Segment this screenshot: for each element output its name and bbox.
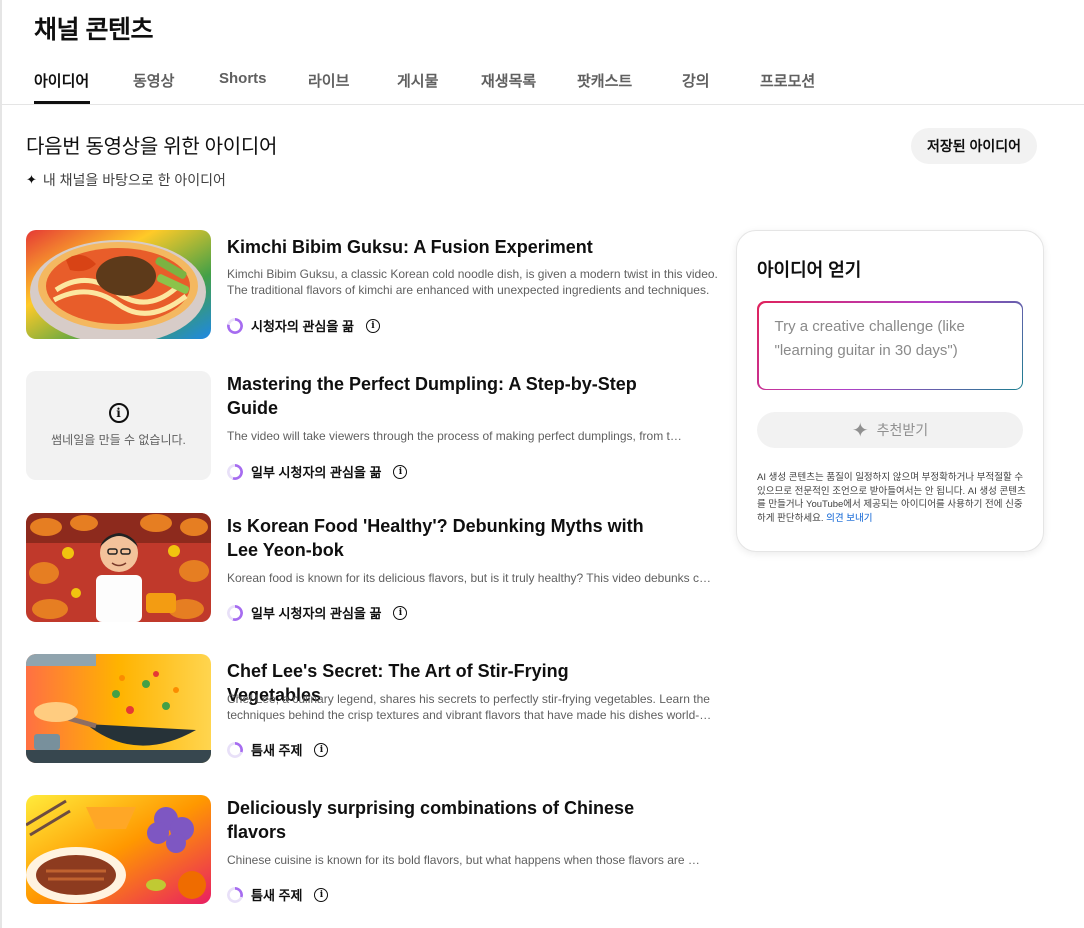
section-subtitle: ✦ 내 채널을 바탕으로 한 아이디어: [26, 170, 226, 190]
interest-ring-icon: [227, 317, 243, 334]
interest-indicator: 틈새 주제 i: [227, 885, 329, 904]
info-icon[interactable]: i: [365, 318, 380, 333]
sparkle-icon: ✦: [26, 172, 37, 187]
interest-indicator: 시청자의 관심을 끎 i: [227, 316, 380, 335]
idea-prompt-placeholder[interactable]: Try a creative challenge (like "learning…: [758, 302, 1022, 389]
tab-posts[interactable]: 게시물: [397, 70, 438, 91]
interest-label: 일부 시청자의 관심을 끎: [251, 465, 382, 480]
interest-label: 일부 시청자의 관심을 끎: [251, 606, 382, 621]
interest-ring-icon: [227, 604, 243, 621]
panel-title: 아이디어 얻기: [757, 260, 862, 280]
mango-duck-thumbnail: [26, 795, 211, 904]
tab-promotions[interactable]: 프로모션: [760, 70, 815, 91]
section-subtitle-text: 내 채널을 바탕으로 한 아이디어: [42, 172, 226, 188]
idea-card[interactable]: Kimchi Bibim Guksu: A Fusion Experiment …: [26, 230, 726, 340]
info-icon[interactable]: i: [393, 605, 408, 620]
idea-description: Chef Lee, a culinary legend, shares his …: [227, 692, 710, 722]
interest-indicator: 일부 시청자의 관심을 끎 i: [227, 462, 408, 481]
interest-ring-icon: [227, 463, 243, 480]
info-icon[interactable]: i: [314, 742, 329, 757]
interest-label: 틈새 주제: [251, 743, 303, 758]
tab-playlists[interactable]: 재생목록: [481, 70, 536, 91]
idea-description: The video will take viewers through the …: [227, 429, 687, 443]
saved-ideas-button[interactable]: 저장된 아이디어: [911, 128, 1037, 164]
thumbnail-placeholder: i 썸네일을 만들 수 없습니다.: [26, 371, 211, 480]
interest-ring-icon: [227, 741, 243, 758]
idea-title[interactable]: Mastering the Perfect Dumpling: A Step-b…: [227, 372, 647, 420]
idea-title[interactable]: Deliciously surprising combinations of C…: [227, 796, 647, 844]
tab-podcasts[interactable]: 팟캐스트: [577, 70, 632, 91]
active-tab-indicator: [34, 101, 90, 104]
content-tabs: 아이디어 동영상 Shorts 라이브 게시물 재생목록 팟캐스트 강의 프로모…: [2, 58, 1084, 105]
interest-indicator: 틈새 주제 i: [227, 740, 329, 759]
tab-courses[interactable]: 강의: [682, 70, 710, 91]
sparkle-icon: ✦: [851, 419, 869, 442]
idea-card[interactable]: i 썸네일을 만들 수 없습니다. Mastering the Perfect …: [26, 371, 726, 481]
idea-card[interactable]: Is Korean Food 'Healthy'? Debunking Myth…: [26, 513, 726, 623]
interest-label: 틈새 주제: [251, 888, 303, 903]
ai-disclaimer: AI 생성 콘텐츠는 품질이 일정하지 않으며 부정확하거나 부적절할 수 있으…: [757, 471, 1027, 525]
chef-banquet-thumbnail: [26, 513, 211, 622]
interest-ring-icon: [227, 886, 243, 903]
interest-label: 시청자의 관심을 끎: [251, 319, 354, 334]
tab-live[interactable]: 라이브: [308, 70, 349, 91]
info-icon[interactable]: i: [314, 887, 329, 902]
idea-title[interactable]: Is Korean Food 'Healthy'? Debunking Myth…: [227, 514, 647, 562]
idea-description: Korean food is known for its delicious f…: [227, 571, 713, 585]
thumbnail-unavailable-text: 썸네일을 만들 수 없습니다.: [51, 433, 186, 447]
idea-prompt-field[interactable]: Try a creative challenge (like "learning…: [757, 301, 1023, 390]
interest-indicator: 일부 시청자의 관심을 끎 i: [227, 603, 408, 622]
generate-ideas-label: 추천받기: [876, 422, 929, 438]
tab-videos[interactable]: 동영상: [133, 70, 174, 91]
get-ideas-panel: 아이디어 얻기 Try a creative challenge (like "…: [736, 230, 1044, 552]
idea-card[interactable]: Deliciously surprising combinations of C…: [26, 795, 726, 905]
idea-card[interactable]: Chef Lee's Secret: The Art of Stir-Fryin…: [26, 654, 726, 764]
generate-ideas-button[interactable]: ✦ 추천받기: [757, 412, 1023, 448]
idea-description: Kimchi Bibim Guksu, a classic Korean col…: [227, 267, 718, 297]
page-left-border: [0, 0, 2, 928]
idea-title[interactable]: Kimchi Bibim Guksu: A Fusion Experiment: [227, 235, 647, 259]
tab-shorts[interactable]: Shorts: [219, 70, 267, 87]
info-icon[interactable]: i: [393, 464, 408, 479]
tab-ideas[interactable]: 아이디어: [34, 70, 89, 91]
section-title: 다음번 동영상을 위한 아이디어: [26, 136, 278, 158]
ai-disclaimer-text: AI 생성 콘텐츠는 품질이 일정하지 않으며 부정확하거나 부적절할 수 있으…: [757, 472, 1026, 524]
wok-stir-fry-thumbnail: [26, 654, 211, 763]
page-title: 채널 콘텐츠: [34, 16, 153, 44]
idea-description: Chinese cuisine is known for its bold fl…: [227, 853, 705, 867]
info-icon: i: [108, 403, 129, 423]
send-feedback-link[interactable]: 의견 보내기: [826, 513, 872, 524]
noodle-bowl-thumbnail: [26, 230, 211, 339]
